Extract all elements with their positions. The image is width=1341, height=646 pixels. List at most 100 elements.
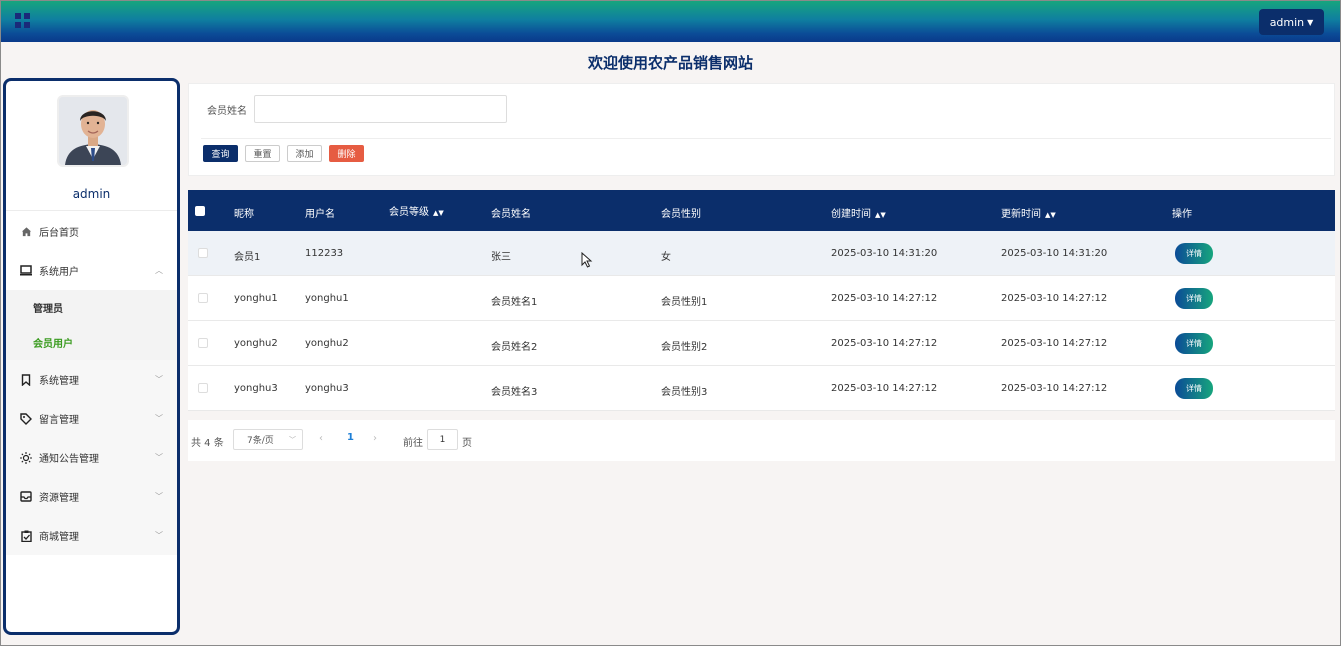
cell-updated: 2025-03-10 14:27:12 <box>1001 383 1108 394</box>
sidebar-item-label: 商城管理 <box>39 532 79 543</box>
chevron-down-icon: ▼ <box>1307 17 1314 27</box>
sidebar-item-resources[interactable]: 资源管理 ﹀ <box>6 477 177 516</box>
submenu-system-users: 管理员 会员用户 <box>6 290 177 360</box>
home-icon <box>20 226 32 238</box>
column-header: 昵称 <box>234 209 254 220</box>
query-button[interactable]: 查询 <box>203 145 238 162</box>
current-page-number[interactable]: 1 <box>347 432 354 443</box>
avatar <box>57 95 129 167</box>
cell-gender: 女 <box>661 252 671 263</box>
column-header-sortable[interactable]: 更新时间 ▲▼ <box>1001 205 1056 220</box>
grid-icon[interactable] <box>15 13 30 28</box>
sidebar-menu: 后台首页 系统用户 ︿ 管理员 会员用户 系统管理 ﹀ 留言管理 ﹀ 通知公告管… <box>6 212 177 555</box>
goto-page-input[interactable]: 1 <box>427 429 458 450</box>
chevron-down-icon: ﹀ <box>155 375 163 384</box>
cell-nickname: 会员1 <box>234 252 261 263</box>
next-page-icon[interactable]: › <box>373 433 377 444</box>
sidebar-item-label: 资源管理 <box>39 493 79 504</box>
detail-button[interactable]: 详情 <box>1175 288 1213 309</box>
sidebar-item-home[interactable]: 后台首页 <box>6 212 177 251</box>
page-size-value: 7条/页 <box>247 436 274 446</box>
prev-page-icon[interactable]: ‹ <box>319 433 323 444</box>
sidebar-item-system-users[interactable]: 系统用户 ︿ <box>6 251 177 290</box>
sidebar-item-label: 系统管理 <box>39 376 79 387</box>
sidebar-item-label: 通知公告管理 <box>39 454 99 465</box>
sidebar: admin 后台首页 系统用户 ︿ 管理员 会员用户 系统管理 ﹀ 留言管理 ﹀… <box>3 78 180 635</box>
cell-updated: 2025-03-10 14:27:12 <box>1001 338 1108 349</box>
sidebar-item-notices[interactable]: 通知公告管理 ﹀ <box>6 438 177 477</box>
table-row[interactable]: yonghu3 yonghu3 会员姓名3 会员性别3 2025-03-10 1… <box>188 366 1335 411</box>
cell-nickname: yonghu2 <box>234 338 278 349</box>
mouse-cursor-icon <box>581 252 593 268</box>
row-checkbox[interactable] <box>198 338 208 348</box>
divider <box>201 138 1331 139</box>
row-checkbox[interactable] <box>198 383 208 393</box>
inbox-icon <box>20 491 32 503</box>
chevron-down-icon: ﹀ <box>289 435 296 444</box>
cell-created: 2025-03-10 14:27:12 <box>831 338 938 349</box>
delete-button[interactable]: 删除 <box>329 145 364 162</box>
table-row[interactable]: yonghu2 yonghu2 会员姓名2 会员性别2 2025-03-10 1… <box>188 321 1335 366</box>
tag-icon <box>20 412 32 425</box>
user-menu-label: admin <box>1269 15 1305 29</box>
goto-suffix: 页 <box>462 438 472 449</box>
sidebar-item-label: 留言管理 <box>39 415 79 426</box>
sidebar-item-label: 后台首页 <box>39 228 79 239</box>
column-header-label: 会员等级 <box>389 207 429 218</box>
cell-name: 会员姓名1 <box>491 297 538 308</box>
detail-button[interactable]: 详情 <box>1175 243 1213 264</box>
cell-gender: 会员性别1 <box>661 297 708 308</box>
sidebar-item-label: 系统用户 <box>39 267 79 278</box>
column-header-sortable[interactable]: 会员等级 ▲▼ <box>389 203 444 218</box>
reset-button[interactable]: 重置 <box>245 145 280 162</box>
cell-username: 112233 <box>305 248 344 259</box>
monitor-icon <box>20 265 32 277</box>
cell-nickname: yonghu3 <box>234 383 278 394</box>
bookmark-icon <box>20 373 32 386</box>
pagination: 共 4 条 7条/页 ﹀ ‹ 1 › 前往 1 页 <box>188 420 1335 461</box>
row-checkbox[interactable] <box>198 248 208 258</box>
detail-button[interactable]: 详情 <box>1175 333 1213 354</box>
column-header: 会员性别 <box>661 209 701 220</box>
top-bar: admin ▼ <box>1 1 1340 42</box>
cell-username: yonghu1 <box>305 293 349 304</box>
column-header: 操作 <box>1172 209 1192 220</box>
sidebar-item-system-management[interactable]: 系统管理 ﹀ <box>6 360 177 399</box>
column-header: 会员姓名 <box>491 209 531 220</box>
sidebar-item-member-users[interactable]: 会员用户 <box>6 325 177 360</box>
sidebar-item-admin[interactable]: 管理员 <box>6 290 177 325</box>
cell-username: yonghu3 <box>305 383 349 394</box>
divider <box>6 210 177 211</box>
user-menu-button[interactable]: admin ▼ <box>1259 9 1324 35</box>
detail-button[interactable]: 详情 <box>1175 378 1213 399</box>
page-size-select[interactable]: 7条/页 ﹀ <box>233 429 303 450</box>
sidebar-item-messages[interactable]: 留言管理 ﹀ <box>6 399 177 438</box>
table-row[interactable]: yonghu1 yonghu1 会员姓名1 会员性别1 2025-03-10 1… <box>188 276 1335 321</box>
column-header: 用户名 <box>305 209 335 220</box>
cell-updated: 2025-03-10 14:31:20 <box>1001 248 1108 259</box>
sort-icon: ▲▼ <box>1045 211 1056 219</box>
chevron-down-icon: ﹀ <box>155 453 163 462</box>
add-button[interactable]: 添加 <box>287 145 322 162</box>
table-row[interactable]: 会员1 112233 张三 女 2025-03-10 14:31:20 2025… <box>188 231 1335 276</box>
select-all-checkbox[interactable] <box>195 206 205 216</box>
column-header-sortable[interactable]: 创建时间 ▲▼ <box>831 205 886 220</box>
member-name-input[interactable] <box>254 95 507 123</box>
table-header: 昵称 用户名 会员等级 ▲▼ 会员姓名 会员性别 创建时间 ▲▼ 更新时间 ▲▼ 操作 <box>188 190 1335 231</box>
sidebar-menu-rest: 系统管理 ﹀ 留言管理 ﹀ 通知公告管理 ﹀ 资源管理 ﹀ 商城管理 ﹀ <box>6 360 177 555</box>
sidebar-item-shop[interactable]: 商城管理 ﹀ <box>6 516 177 555</box>
cell-updated: 2025-03-10 14:27:12 <box>1001 293 1108 304</box>
row-checkbox[interactable] <box>198 293 208 303</box>
search-panel: 会员姓名 查询 重置 添加 删除 <box>188 83 1335 176</box>
member-table: 昵称 用户名 会员等级 ▲▼ 会员姓名 会员性别 创建时间 ▲▼ 更新时间 ▲▼ 操作… <box>188 190 1335 418</box>
cell-created: 2025-03-10 14:31:20 <box>831 248 938 259</box>
cell-created: 2025-03-10 14:27:12 <box>831 293 938 304</box>
cell-nickname: yonghu1 <box>234 293 278 304</box>
table-footer-gap <box>188 411 1335 418</box>
cell-gender: 会员性别2 <box>661 342 708 353</box>
sun-icon <box>20 451 32 464</box>
cell-name: 会员姓名2 <box>491 342 538 353</box>
column-header-label: 创建时间 <box>831 209 871 220</box>
sort-icon: ▲▼ <box>433 209 444 217</box>
chevron-up-icon: ︿ <box>155 266 163 275</box>
